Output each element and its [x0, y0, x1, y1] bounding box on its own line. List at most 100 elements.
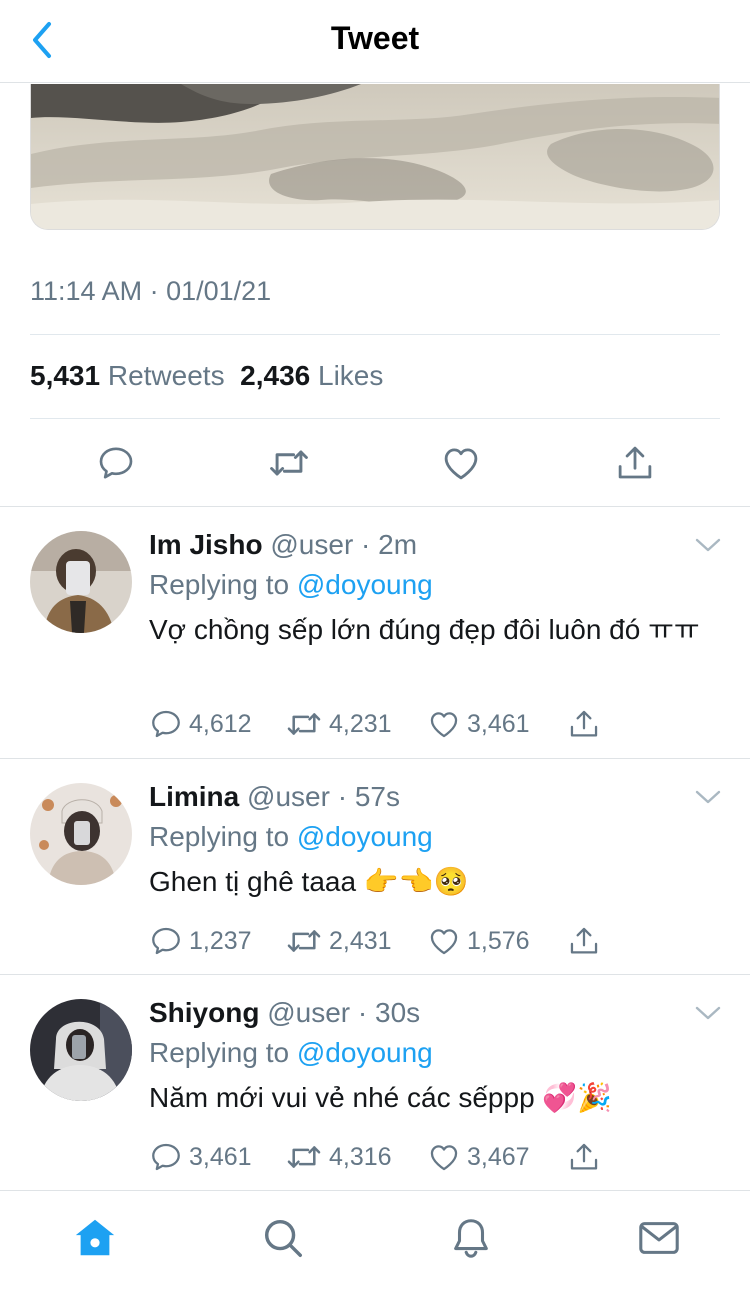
retweets-label: Retweets	[107, 360, 225, 391]
retweet-button[interactable]: 4,231	[285, 704, 392, 744]
retweets-stat[interactable]: 5,431 Retweets	[30, 360, 225, 391]
tweet-action-bar	[0, 436, 750, 490]
likes-count: 2,436	[240, 360, 311, 391]
reply-author-handle[interactable]: @user	[270, 529, 353, 560]
reply-item[interactable]: Im Jisho @user · 2m Replying to @doyoung…	[0, 507, 750, 758]
retweet-icon	[287, 930, 321, 952]
reply-action-bar: 3,461 4,316 3,467	[149, 1137, 609, 1177]
avatar[interactable]	[30, 783, 132, 885]
share-icon	[570, 710, 598, 737]
likes-label: Likes	[318, 360, 384, 391]
reply-item[interactable]: Shiyong @user · 30s Replying to @doyoung…	[0, 975, 750, 1190]
mail-icon	[639, 1222, 679, 1254]
reply-action-bar: 4,612 4,231 3,461	[149, 704, 609, 744]
reply-author-name[interactable]: Limina	[149, 781, 239, 812]
heart-icon	[430, 929, 458, 955]
like-count: 3,467	[467, 1142, 530, 1171]
reply-time: 30s	[375, 997, 421, 1028]
reply-item[interactable]: Limina @user · 57s Replying to @doyoung …	[0, 759, 750, 974]
retweet-icon	[287, 1146, 321, 1168]
reply-count: 4,612	[189, 709, 252, 738]
mention-link[interactable]: @doyoung	[297, 1037, 433, 1068]
retweet-button[interactable]	[262, 436, 316, 490]
replying-to: Replying to @doyoung	[149, 821, 433, 853]
avatar[interactable]	[30, 999, 132, 1101]
like-button[interactable]	[434, 436, 488, 490]
reply-header: Limina @user · 57s	[149, 781, 400, 812]
reply-time: 57s	[354, 781, 400, 812]
retweet-icon	[270, 450, 308, 476]
reply-count: 3,461	[189, 1142, 252, 1171]
retweet-button[interactable]: 2,431	[285, 921, 392, 961]
tab-messages[interactable]	[634, 1213, 684, 1263]
retweets-count: 5,431	[30, 360, 101, 391]
reply-header: Im Jisho @user · 2m	[149, 529, 418, 560]
share-button[interactable]	[608, 436, 662, 490]
share-icon	[570, 927, 598, 954]
mention-link[interactable]: @doyoung	[297, 821, 433, 852]
mention-link[interactable]: @doyoung	[297, 569, 433, 600]
bell-icon	[454, 1219, 488, 1258]
chevron-down-icon[interactable]	[692, 1001, 724, 1025]
reply-header: Shiyong @user · 30s	[149, 997, 421, 1028]
retweet-count: 4,316	[329, 1142, 392, 1171]
reply-button[interactable]: 3,461	[149, 1137, 252, 1177]
reply-author-handle[interactable]: @user	[247, 781, 330, 812]
home-icon	[75, 1219, 115, 1256]
replying-prefix: Replying to	[149, 569, 290, 600]
reply-text: Ghen tị ghê taaa 👉👈🥺	[149, 866, 469, 897]
reply-icon	[152, 710, 180, 738]
reply-text: Vợ chồng sếp lớn đúng đẹp đôi luôn đó ㅠㅠ	[149, 614, 700, 645]
avatar[interactable]	[30, 531, 132, 633]
top-bar: Tweet	[0, 0, 750, 83]
divider	[30, 418, 720, 419]
share-button[interactable]	[567, 704, 601, 744]
reply-author-handle[interactable]: @user	[267, 997, 350, 1028]
retweet-icon	[287, 713, 321, 735]
reply-action-bar: 1,237 2,431 1,576	[149, 921, 609, 961]
reply-button[interactable]: 1,237	[149, 921, 252, 961]
share-icon	[570, 1143, 598, 1170]
page-title: Tweet	[330, 20, 420, 56]
tweet-timestamp: 11:14 AM · 01/01/21	[30, 276, 272, 306]
share-icon	[618, 446, 652, 479]
reply-text: Năm mới vui vẻ nhé các sếppp 💞🎉	[149, 1082, 613, 1113]
like-count: 3,461	[467, 709, 530, 738]
replying-to: Replying to @doyoung	[149, 569, 433, 601]
tweet-media-image[interactable]	[30, 84, 720, 230]
tweet-stats: 5,431 Retweets 2,436 Likes	[30, 360, 383, 392]
like-button[interactable]: 3,461	[427, 704, 530, 744]
tab-home[interactable]	[70, 1213, 120, 1263]
chevron-down-icon[interactable]	[692, 785, 724, 809]
retweet-count: 2,431	[329, 926, 392, 955]
retweet-count: 4,231	[329, 709, 392, 738]
like-button[interactable]: 1,576	[427, 921, 530, 961]
reply-icon	[152, 1143, 180, 1171]
chevron-down-icon[interactable]	[692, 533, 724, 557]
share-button[interactable]	[567, 1137, 601, 1177]
like-count: 1,576	[467, 926, 530, 955]
tab-search[interactable]	[258, 1213, 308, 1263]
reply-author-name[interactable]: Im Jisho	[149, 529, 263, 560]
replying-prefix: Replying to	[149, 821, 290, 852]
heart-icon	[430, 712, 458, 738]
reply-icon	[99, 447, 133, 479]
reply-button[interactable]: 4,612	[149, 704, 252, 744]
divider	[30, 334, 720, 335]
like-button[interactable]: 3,467	[427, 1137, 530, 1177]
reply-author-name[interactable]: Shiyong	[149, 997, 259, 1028]
share-button[interactable]	[567, 921, 601, 961]
reply-time: 2m	[378, 529, 418, 560]
bottom-tab-bar	[0, 1190, 750, 1289]
heart-icon	[444, 448, 478, 480]
heart-icon	[430, 1145, 458, 1171]
search-icon	[264, 1219, 302, 1257]
tab-notifications[interactable]	[446, 1213, 496, 1263]
likes-stat[interactable]: 2,436 Likes	[240, 360, 383, 391]
reply-button[interactable]	[89, 436, 143, 490]
replying-prefix: Replying to	[149, 1037, 290, 1068]
reply-count: 1,237	[189, 926, 252, 955]
replying-to: Replying to @doyoung	[149, 1037, 433, 1069]
reply-icon	[152, 927, 180, 955]
retweet-button[interactable]: 4,316	[285, 1137, 392, 1177]
